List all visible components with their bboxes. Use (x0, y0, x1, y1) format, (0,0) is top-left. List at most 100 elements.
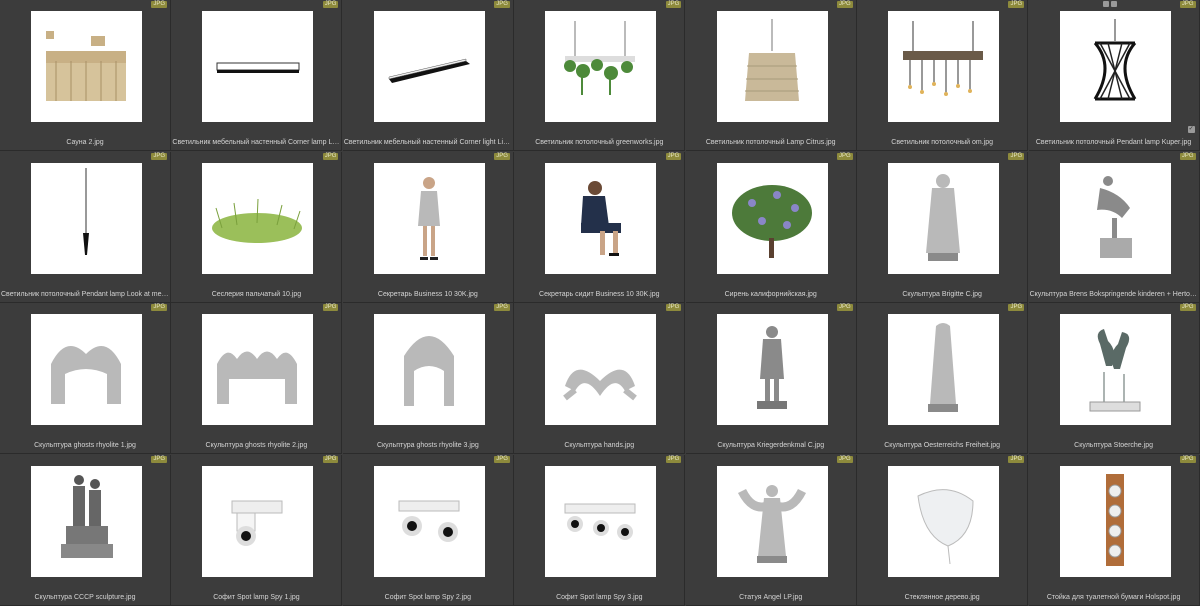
thumbnail-item[interactable]: JPG Светильник мебельный настенный Corner… (171, 0, 343, 151)
thumbnail-caption: Секретарь Business 10 30K.jpg (377, 290, 478, 298)
file-type-badge: JPG (151, 304, 167, 311)
thumbnail-image[interactable] (545, 314, 657, 425)
file-type-badge: JPG (151, 152, 167, 160)
statue-storks-icon (1089, 329, 1141, 412)
thumbnail-image[interactable] (202, 314, 314, 425)
thumbnail-image[interactable] (373, 465, 485, 577)
thumbnail-item[interactable]: JPG Стойка для туалетной бумаги Holspot.j… (1028, 454, 1200, 606)
ghost-arch-icon (51, 346, 121, 404)
thumbnail-item[interactable]: JPG ✓ Светильник потолочный Pendant lamp K… (1028, 0, 1200, 151)
thumbnail-caption: Скульптура Kriegerdenkmal C.jpg (717, 442, 825, 449)
thumbnail-image[interactable] (202, 465, 314, 577)
thumbnail-item[interactable]: JPG Скульптура ghosts rhyolite 2.jpg (171, 303, 343, 454)
thumbnail-image[interactable] (545, 465, 657, 577)
checkbox-icon[interactable]: ✓ (1187, 126, 1195, 133)
thumbnail-image[interactable] (1059, 162, 1171, 274)
file-type-badge: JPG (665, 1, 682, 8)
linear-lamp-icon (216, 62, 300, 73)
thumbnail-caption: Скульптура СССР sculpture.jpg (34, 593, 136, 601)
thumbnail-image[interactable] (31, 314, 142, 425)
file-type-badge: JPG (1008, 152, 1025, 160)
statue-leapfrog-icon (1096, 175, 1132, 258)
file-type-badge: JPG (1008, 455, 1025, 463)
thumbnail-item[interactable]: JPG Скульптура Brigitte C.jpg (857, 151, 1029, 303)
thumbnail-item[interactable]: JPG Светильник потолочный greenworks.jpg (514, 0, 686, 151)
file-type-badge: JPG (1179, 304, 1196, 311)
thumbnail-item[interactable]: JPG Скульптура Oesterreichs Freiheit.jpg (857, 303, 1029, 454)
heart-hands-icon (563, 369, 638, 401)
thumbnail-image[interactable] (888, 465, 1000, 577)
thumbnail-image[interactable] (716, 162, 828, 274)
thumbnail-grid: JPG Сауна 2.jpg JPG Светильник мебельный на… (0, 0, 1200, 606)
thumbnail-item[interactable]: JPG Сирень калифорнийская.jpg (685, 151, 857, 303)
thumbnail-image[interactable] (202, 162, 314, 274)
thumbnail-image[interactable] (202, 11, 314, 122)
statue-nun-icon (926, 173, 961, 261)
thumbnail-image[interactable] (545, 162, 657, 274)
thumbnail-image[interactable] (716, 465, 828, 577)
file-type-badge: JPG (151, 1, 167, 8)
thumbnail-item[interactable]: JPG Скульптура ghosts rhyolite 3.jpg (342, 303, 514, 454)
thumbnail-item[interactable]: JPG Светильник потолочный om.jpg (857, 0, 1029, 151)
thumbnail-caption: Сауна 2.jpg (66, 139, 104, 146)
thumbnail-item[interactable]: JPG Скульптура Brens Bokspringende kinder… (1028, 151, 1200, 303)
file-type-badge: JPG (151, 455, 167, 463)
thumbnail-image[interactable] (373, 11, 485, 122)
thumbnail-item[interactable]: JPG Стеклянное дерево.jpg (857, 454, 1029, 606)
thumbnail-image[interactable] (31, 465, 142, 577)
ghost-single-icon (403, 336, 454, 406)
thumbnail-image[interactable] (716, 314, 828, 425)
thumbnail-caption: Светильник потолочный Pendant lamp Look … (1, 290, 169, 298)
thumbnail-image[interactable] (1059, 465, 1171, 577)
file-type-badge: JPG (322, 1, 339, 8)
thumbnail-image[interactable] (1059, 314, 1171, 425)
thumbnail-caption: Скульптура ghosts rhyolite 1.jpg (34, 442, 136, 449)
grass-icon (212, 198, 303, 243)
thumbnail-image[interactable] (373, 162, 485, 274)
thumbnail-item[interactable]: JPG Светильник потолочный Lamp Citrus.jpg (685, 0, 857, 151)
thumbnail-image[interactable] (888, 162, 1000, 274)
thumbnail-item[interactable]: JPG Сеслерия пальчатый 10.jpg (171, 151, 343, 303)
file-type-badge: JPG (837, 1, 853, 8)
thumbnail-item[interactable]: JPG Статуя Angel LP.jpg (685, 454, 857, 606)
thumbnail-item[interactable]: JPG Скульптура Stoerche.jpg (1028, 303, 1200, 454)
thumbnail-caption: Скульптура Stoerche.jpg (1074, 442, 1153, 449)
statue-soldier-icon (756, 326, 787, 409)
thumbnail-item[interactable]: JPG Секретарь Business 10 30K.jpg (342, 151, 514, 303)
thumbnail-caption: Стойка для туалетной бумаги Holspot.jpg (1046, 593, 1181, 601)
thumbnail-item[interactable]: JPG Сауна 2.jpg (0, 0, 171, 151)
thumbnail-item[interactable]: JPG Скульптура hands.jpg (514, 303, 686, 454)
thumbnail-image[interactable] (888, 314, 1000, 425)
thumbnail-caption: Скульптура Brens Bokspringende kinderen … (1029, 290, 1198, 298)
statue-ussr-icon (61, 474, 113, 558)
thumbnail-caption: Скульптура hands.jpg (564, 442, 635, 449)
thumbnail-image[interactable] (31, 162, 142, 274)
thumbnail-item[interactable]: JPG Скульптура ghosts rhyolite 1.jpg (0, 303, 171, 454)
spot-3-icon (564, 503, 636, 540)
spot-2-icon (398, 500, 460, 542)
thumbnail-image[interactable] (545, 11, 657, 122)
thumbnail-item[interactable]: JPG Софит Spot lamp Spy 2.jpg (342, 454, 514, 606)
file-type-badge: JPG (1179, 1, 1196, 8)
thumbnail-item[interactable]: JPG Софит Spot lamp Spy 3.jpg (514, 454, 686, 606)
square-icon[interactable] (1102, 1, 1109, 7)
file-type-badge: JPG (494, 152, 510, 160)
thumbnail-item[interactable]: JPG Светильник потолочный Pendant lamp Lo… (0, 151, 171, 303)
file-type-badge: JPG (1179, 152, 1196, 160)
thumbnail-item[interactable]: JPG Светильник мебельный настенный Corner… (342, 0, 514, 151)
thumbnail-caption: Софит Spot lamp Spy 2.jpg (384, 593, 472, 601)
thumbnail-item[interactable]: JPG Скульптура Kriegerdenkmal C.jpg (685, 303, 857, 454)
file-type-badge: JPG (322, 455, 339, 463)
thumbnail-item[interactable]: JPG Софит Spot lamp Spy 1.jpg (171, 454, 343, 606)
thumbnail-item[interactable]: JPG Секретарь сидит Business 10 30K.jpg (514, 151, 686, 303)
thumbnail-image[interactable] (31, 11, 142, 122)
thumbnail-image[interactable] (716, 11, 828, 122)
edit-icon[interactable] (1110, 1, 1117, 7)
thumbnail-item[interactable]: JPG Скульптура СССР sculpture.jpg (0, 454, 171, 606)
angel-statue-icon (737, 484, 806, 563)
thumbnail-caption: Светильник потолочный Lamp Citrus.jpg (705, 139, 836, 146)
thumbnail-caption: Светильник мебельный настенный Corner la… (172, 139, 340, 146)
thumbnail-image[interactable] (1059, 11, 1171, 122)
thumbnail-image[interactable] (373, 314, 485, 425)
thumbnail-image[interactable] (888, 11, 1000, 122)
